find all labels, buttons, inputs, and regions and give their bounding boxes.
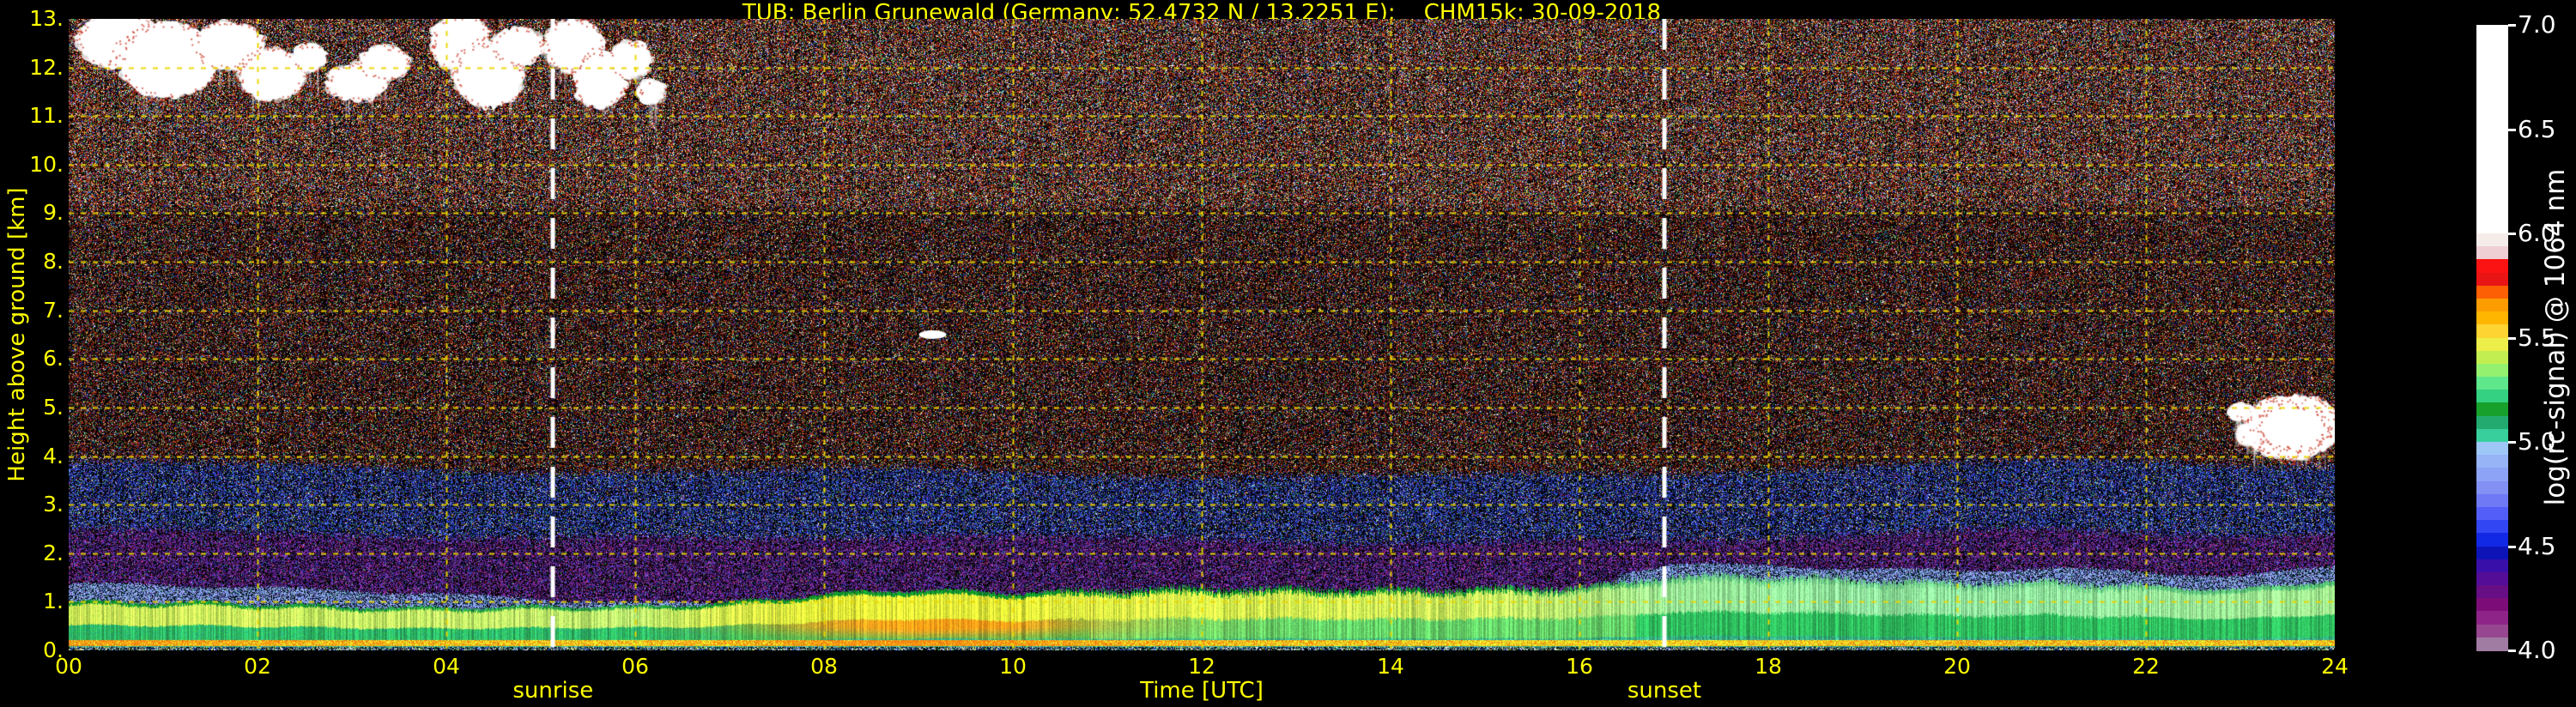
- x-tick-label: 04: [433, 654, 460, 679]
- colorbar-band: [2476, 585, 2508, 600]
- colorbar-band: [2476, 415, 2508, 431]
- x-tick-label: 16: [1566, 654, 1593, 679]
- y-tick-label: 3.: [43, 492, 64, 517]
- colorbar-band: [2476, 311, 2508, 326]
- y-axis-label: Height above ground [km]: [4, 187, 30, 482]
- y-tick-label: 13.: [29, 6, 64, 31]
- colorbar-tick-label: 7.0: [2518, 10, 2556, 39]
- x-tick-label: 12: [1188, 654, 1215, 679]
- colorbar-band: [2476, 442, 2508, 456]
- y-tick-label: 6.: [43, 346, 64, 372]
- colorbar-band: [2476, 637, 2508, 652]
- colorbar-tick-mark: [2508, 441, 2516, 444]
- colorbar-band: [2476, 493, 2508, 509]
- y-tick-label: 12.: [29, 54, 64, 80]
- x-tick-label: 06: [621, 654, 649, 679]
- colorbar-band: [2476, 571, 2508, 587]
- x-tick-label: 14: [1377, 654, 1404, 679]
- x-tick-label: 22: [2132, 654, 2160, 679]
- colorbar: [2476, 25, 2508, 652]
- y-tick-label: 7.: [43, 297, 64, 323]
- colorbar-label: log(rc-signal) @ 1064 nm: [2540, 168, 2571, 506]
- x-tick-label: 20: [1943, 654, 1971, 679]
- colorbar-band: [2476, 259, 2508, 274]
- colorbar-band: [2476, 390, 2508, 404]
- y-tick-label: 4.: [43, 443, 64, 468]
- x-tick-label: 24: [2321, 654, 2349, 679]
- colorbar-band: [2476, 533, 2508, 547]
- colorbar-band: [2476, 246, 2508, 261]
- colorbar-band: [2476, 272, 2508, 287]
- colorbar-band: [2476, 337, 2508, 352]
- x-tick-label: 02: [244, 654, 271, 679]
- colorbar-band: [2476, 506, 2508, 522]
- colorbar-band: [2476, 233, 2508, 248]
- colorbar-band: [2476, 468, 2508, 482]
- colorbar-band: [2476, 624, 2508, 639]
- y-tick-label: 5.: [43, 394, 64, 420]
- colorbar-band: [2476, 363, 2508, 378]
- x-tick-label: 18: [1755, 654, 1782, 679]
- y-tick-label: 8.: [43, 249, 64, 275]
- colorbar-band: [2476, 559, 2508, 574]
- colorbar-tick-mark: [2508, 650, 2516, 652]
- colorbar-band: [2476, 350, 2508, 366]
- x-axis-label: Time [UTC]: [1140, 678, 1264, 704]
- colorbar-tick-label: 4.0: [2518, 636, 2556, 664]
- sunset-annotation: sunset: [1627, 678, 1702, 704]
- colorbar-band: [2476, 428, 2508, 444]
- colorbar-band: [2476, 377, 2508, 391]
- colorbar-band: [2476, 402, 2508, 417]
- colorbar-band: [2476, 298, 2508, 313]
- colorbar-band: [2476, 480, 2508, 496]
- colorbar-band: [2476, 598, 2508, 613]
- colorbar-tick-mark: [2508, 545, 2516, 548]
- y-tick-label: 10.: [29, 151, 64, 177]
- colorbar-band: [2476, 546, 2508, 560]
- colorbar-tick-mark: [2508, 336, 2516, 340]
- colorbar-tick-label: 6.5: [2518, 114, 2556, 143]
- colorbar-tick-mark: [2508, 24, 2516, 27]
- colorbar-band: [2476, 520, 2508, 535]
- lidar-quicklook-figure: TUB: Berlin Grunewald (Germany; 52.4732 …: [0, 0, 2576, 707]
- colorbar-band: [2476, 285, 2508, 300]
- y-tick-label: 11.: [29, 103, 64, 129]
- colorbar-band: [2476, 611, 2508, 625]
- colorbar-band: [2476, 324, 2508, 339]
- y-tick-label: 2.: [43, 540, 64, 565]
- colorbar-tick-mark: [2508, 233, 2516, 235]
- colorbar-band: [2476, 455, 2508, 469]
- lidar-heatmap-canvas: [69, 19, 2335, 650]
- sunrise-annotation: sunrise: [512, 678, 594, 704]
- y-tick-label: 1.: [43, 589, 64, 614]
- x-tick-label: 10: [999, 654, 1027, 679]
- y-tick-label: 9.: [43, 200, 64, 226]
- colorbar-tick-label: 4.5: [2518, 531, 2556, 560]
- colorbar-tick-mark: [2508, 128, 2516, 131]
- x-tick-label: 00: [55, 654, 82, 679]
- colorbar-band: [2476, 25, 2508, 234]
- x-tick-label: 08: [810, 654, 838, 679]
